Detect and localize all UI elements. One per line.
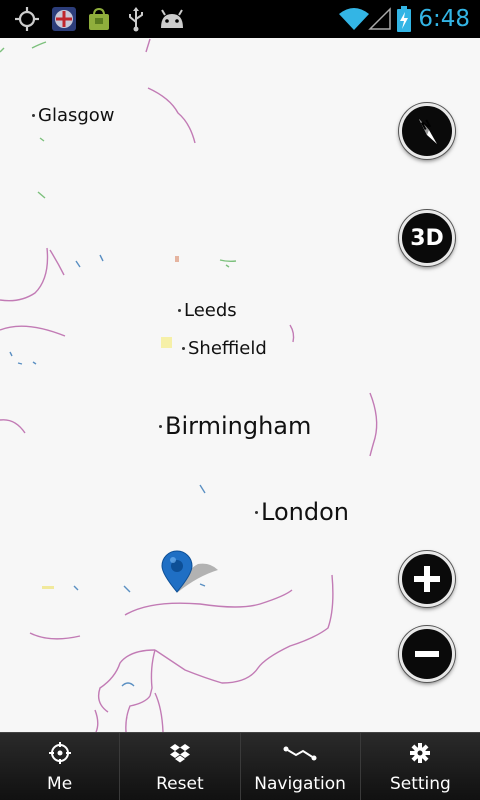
tab-label: Me [47,774,73,794]
usb-icon [126,0,146,38]
svg-text:N: N [419,117,433,133]
gps-icon [12,0,42,38]
city-name: London [261,498,349,526]
tab-label: Setting [389,774,451,794]
city-name: Glasgow [38,105,115,126]
route-icon [283,733,317,773]
location-pin-icon[interactable] [158,548,218,596]
compass-icon: N [419,117,437,144]
plus-icon [414,566,440,592]
status-clock: 6:48 [418,6,470,32]
city-name: Leeds [184,300,237,321]
status-bar: 6:48 [0,0,480,38]
shopping-bag-icon [86,0,112,38]
tab-label: Reset [156,774,204,794]
zoom-out-button[interactable] [399,626,455,682]
signal-icon [368,0,392,38]
city-name: Sheffield [188,338,267,359]
3d-mode-label: 3D [410,225,444,251]
tab-navigation[interactable]: Navigation [241,733,361,800]
city-label-sheffield: Sheffield [182,338,267,359]
3d-mode-button[interactable]: 3D [399,210,455,266]
city-label-leeds: Leeds [178,300,237,321]
tab-reset[interactable]: Reset [120,733,241,800]
battery-charging-icon [394,0,414,38]
city-label-london: London [255,498,349,526]
android-debug-icon [157,0,187,38]
tab-setting[interactable]: Setting [361,733,480,800]
dropbox-icon [169,733,191,773]
city-label-glasgow: Glasgow [32,105,115,126]
city-name: Birmingham [165,412,312,440]
app-thumbnail-icon [50,0,78,38]
zoom-in-button[interactable] [399,551,455,607]
bottom-toolbar: Me Reset Navigation Setting [0,732,480,800]
wifi-icon [337,0,371,38]
tab-me[interactable]: Me [0,733,121,800]
map-view[interactable]: Glasgow Leeds Sheffield Birmingham Londo… [0,38,480,732]
gear-icon [409,733,431,773]
compass-button[interactable]: N [399,103,455,159]
city-label-birmingham: Birmingham [159,412,311,440]
tab-label: Navigation [254,774,346,794]
crosshair-icon [48,733,71,773]
minus-icon [415,651,439,657]
